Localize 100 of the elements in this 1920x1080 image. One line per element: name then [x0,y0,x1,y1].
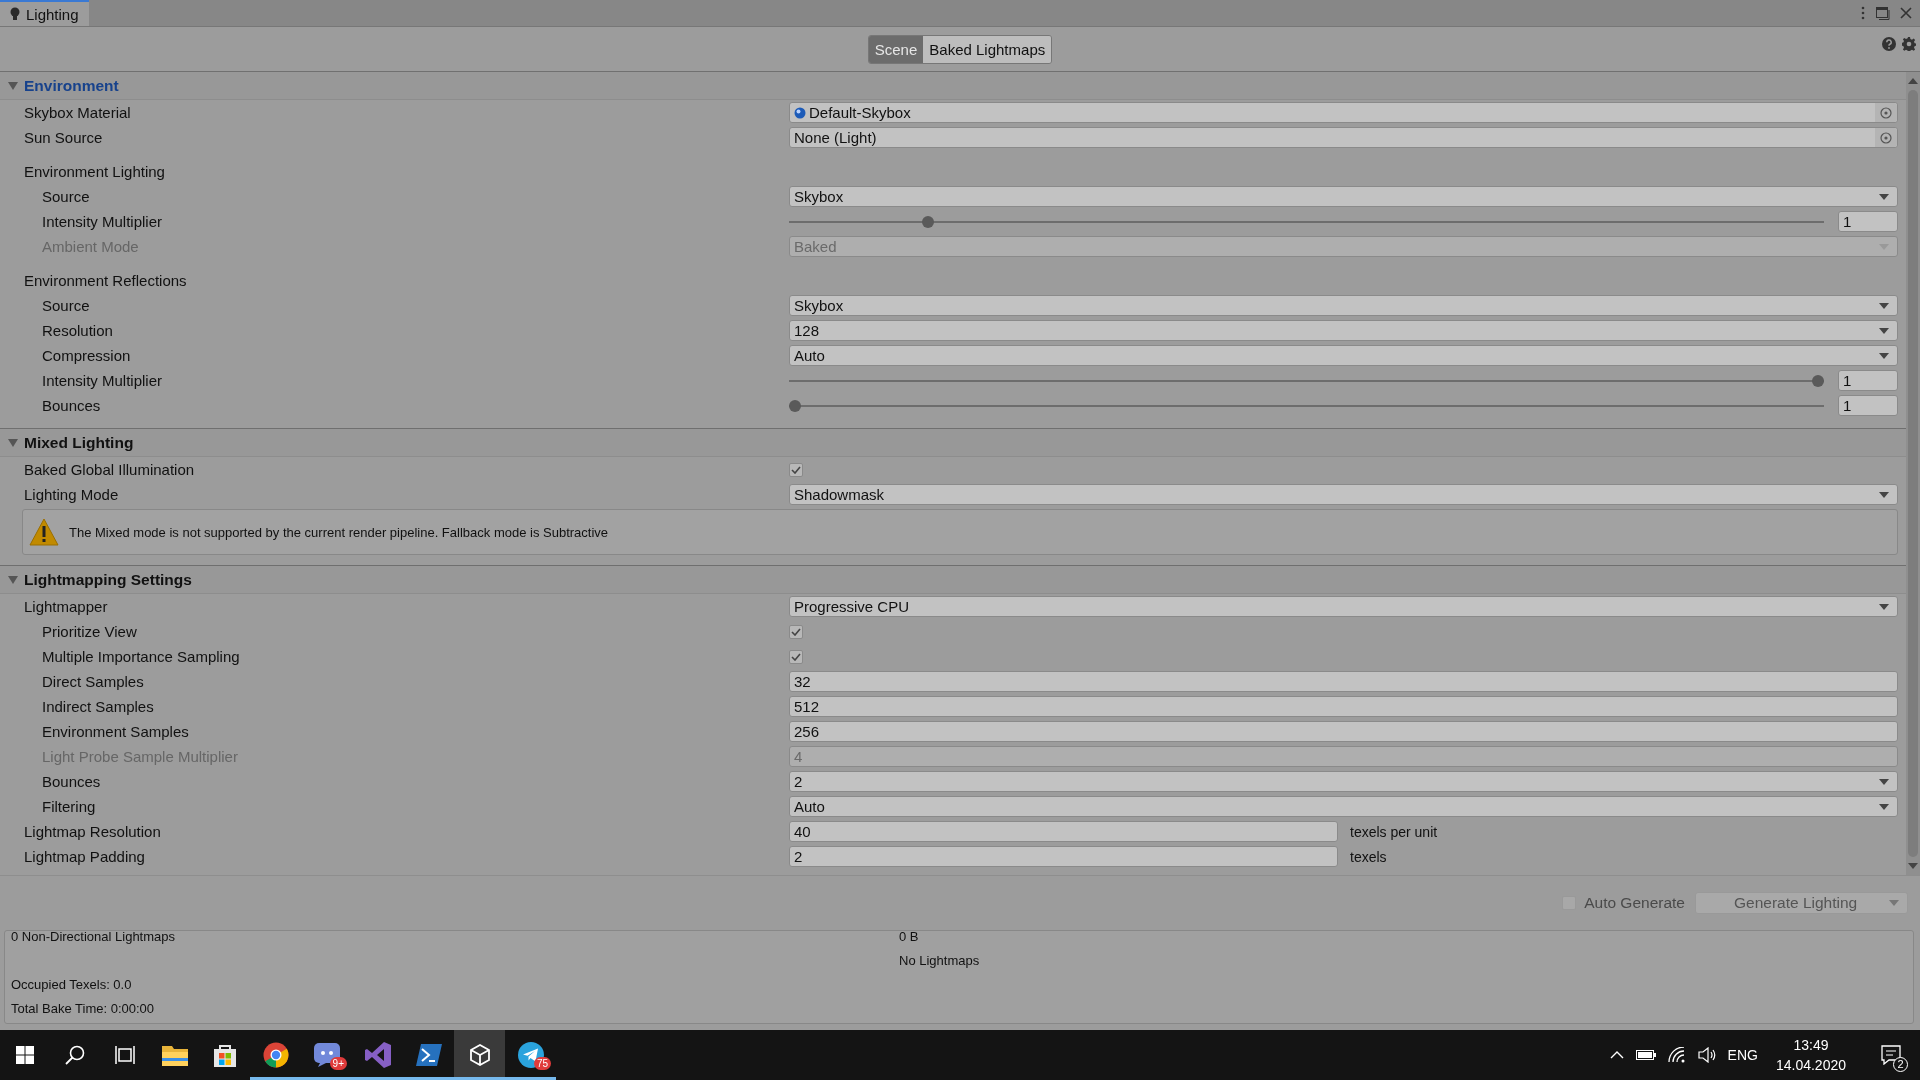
field-label: Source [41,297,91,314]
slider-thumb[interactable] [789,399,801,412]
close-icon [1900,7,1912,19]
stats-text: 0 Non-Directional Lightmaps [11,929,176,944]
prompt-icon [415,1044,442,1066]
field-label: Indirect Samples [41,698,155,715]
windows-icon [16,1046,34,1064]
more-icon [1860,6,1866,20]
field-label: Bounces [41,773,102,790]
number-field[interactable]: 1 [1838,395,1898,416]
field-label: Intensity Multiplier [41,213,164,230]
settings-icon [1902,37,1916,51]
checkbox[interactable] [789,624,803,639]
dropdown-arrow-icon [1879,302,1889,309]
dropdown[interactable]: 128 [789,320,1898,341]
taskbar-button[interactable]: 9+ [301,1030,352,1080]
field-label: Environment Lighting [23,163,166,180]
field-label: Lightmap Padding [23,848,146,865]
chevron-up-icon [1609,1051,1624,1059]
field-label: Filtering [41,798,97,815]
field-value: None (Light) [794,129,878,146]
dropdown-arrow-icon [1879,803,1889,810]
checkbox-label: Auto Generate [1584,894,1685,912]
field-label: Sun Source [23,129,104,146]
slider-thumb[interactable] [922,215,934,228]
stats-text: Occupied Texels: 0.0 [11,977,132,992]
bulb-icon [10,7,20,21]
number-field[interactable]: 2 [789,846,1338,867]
ribbon-logo-icon [364,1042,391,1068]
maximize-icon [1876,6,1890,20]
object-field[interactable]: None (Light) [789,127,1898,148]
dropdown[interactable]: Shadowmask [789,484,1898,505]
warning-icon [29,518,59,546]
field-label: Environment Samples [41,723,190,740]
number-field[interactable]: 1 [1838,211,1898,232]
unit-label: texels [1350,848,1388,865]
checkmark-icon [791,465,801,474]
number-field[interactable]: 40 [789,821,1338,842]
shopping-bag-icon [213,1043,237,1067]
dropdown[interactable]: Auto [789,796,1898,817]
object-field[interactable]: Default-Skybox [789,102,1898,123]
language-indicator[interactable]: ENG [1727,1047,1758,1063]
window-tab[interactable]: Lighting [0,0,89,26]
dropdown-arrow-icon [1879,193,1889,200]
cube-logo-icon [468,1044,491,1066]
number-field[interactable]: 1 [1838,370,1898,391]
battery-icon [1635,1049,1656,1061]
sphere-icon [794,106,806,119]
number-field[interactable]: 32 [789,671,1898,692]
checkmark-icon [791,652,801,661]
checkbox[interactable] [789,649,803,664]
number-field[interactable]: 512 [789,696,1898,717]
unit-label: texels per unit [1350,823,1439,840]
field-label: Resolution [41,322,114,339]
count-badge: 2 [1893,1057,1908,1072]
section-title[interactable]: Lightmapping Settings [24,570,192,589]
scroll-up-icon [1908,78,1918,84]
field-label: Baked Global Illumination [23,461,196,478]
toolbar-tab[interactable]: Scene [868,35,924,63]
dropdown-arrow-icon [1879,352,1889,359]
field-label: Direct Samples [41,673,145,690]
wifi-icon [1667,1047,1686,1063]
dropdown[interactable]: Skybox [789,186,1898,207]
search-icon [65,1045,85,1065]
object-picker-icon [1880,131,1892,144]
scroll-down-icon [1908,863,1918,869]
stats-text: 0 B [899,929,919,944]
dropdown-arrow-icon [1879,778,1889,785]
slider-thumb[interactable] [1812,374,1824,387]
dropdown-arrow-icon [1879,603,1889,610]
speaker-icon [1697,1047,1716,1063]
dropdown[interactable]: Skybox [789,295,1898,316]
field-label: Lightmapper [23,598,109,615]
field-label: Compression [41,347,132,364]
dropdown[interactable]: Progressive CPU [789,596,1898,617]
taskbar-button[interactable] [454,1030,505,1080]
notification-button[interactable]: 2 [1876,1040,1906,1070]
field-label: Environment Reflections [23,272,188,289]
toolbar-tab[interactable]: Baked Lightmaps [923,35,1052,63]
clock-date[interactable]: 14.04.2020 [1775,1055,1846,1075]
number-field[interactable]: 256 [789,721,1898,742]
stats-text: No Lightmaps [899,953,980,968]
taskview-icon [115,1045,135,1065]
taskbar-button[interactable]: 75 [505,1030,556,1080]
clock-time[interactable]: 13:49 [1793,1035,1829,1055]
checkbox[interactable] [789,462,803,477]
stats-text: Total Bake Time: 0:00:00 [11,1001,155,1016]
field-label: Lightmap Resolution [23,823,162,840]
dropdown-arrow-icon [1879,327,1889,334]
dropdown-arrow-icon [1879,491,1889,498]
dropdown[interactable]: Auto [789,345,1898,366]
field-label: Lighting Mode [23,486,120,503]
field-label: Bounces [41,397,102,414]
section-title[interactable]: Mixed Lighting [24,433,134,452]
count-badge: 9+ [329,1057,347,1070]
field-label: Multiple Importance Sampling [41,648,241,665]
field-label: Prioritize View [41,623,138,640]
checkmark-icon [791,627,801,636]
dropdown[interactable]: 2 [789,771,1898,792]
dropdown-arrow-icon [1889,900,1899,906]
